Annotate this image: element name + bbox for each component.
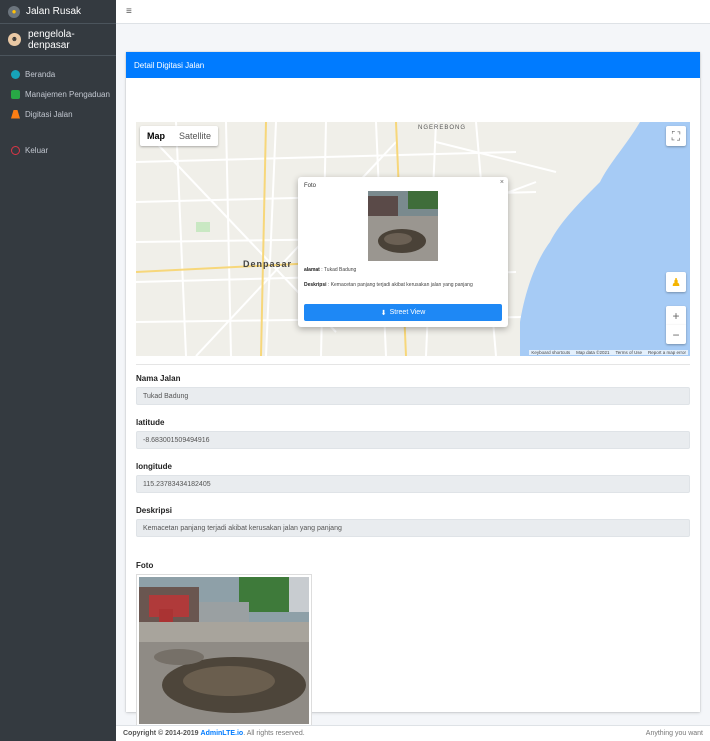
topbar: ≡ — [116, 0, 710, 24]
popup-deskripsi-value: Kemacetan panjang terjadi akibat kerusak… — [330, 282, 473, 288]
fullscreen-icon[interactable]: ⛶ — [666, 126, 686, 146]
zoom-out-button[interactable]: − — [666, 325, 686, 344]
zoom-in-button[interactable]: + — [666, 306, 686, 325]
sidebar-item-label: Digitasi Jalan — [25, 109, 73, 119]
adminlte-link[interactable]: AdminLTE.io — [201, 730, 244, 737]
foto-label: Foto — [136, 561, 154, 570]
sidebar-item-label: Beranda — [25, 69, 56, 79]
brand-text: Jalan Rusak — [26, 6, 82, 17]
footer-right-text: Anything you want — [645, 730, 703, 737]
keyboard-shortcuts-link[interactable]: Keyboard shortcuts — [531, 350, 570, 355]
popup-deskripsi-label: Deskripsi — [304, 282, 327, 288]
city-label: Denpasar — [243, 259, 293, 269]
brand[interactable]: ● Jalan Rusak — [0, 0, 116, 24]
map[interactable]: Denpasar NGEREBONG Map Satellite ⛶ ♟ + −… — [136, 122, 690, 356]
street-view-button[interactable]: ⬇ Street View — [304, 304, 502, 321]
footer-copyright-text: Copyright © 2014-2019 — [123, 730, 199, 737]
dashboard-icon — [11, 69, 20, 79]
nama-jalan-label: Nama Jalan — [136, 374, 181, 383]
user-panel[interactable]: ☻ pengelola-denpasar — [0, 24, 116, 56]
user-name: pengelola-denpasar — [27, 28, 75, 51]
brand-logo-icon: ● — [8, 5, 20, 18]
sidebar-item-keluar[interactable]: Keluar — [0, 140, 116, 160]
deskripsi-field[interactable]: Kemacetan panjang terjadi akibat kerusak… — [136, 519, 690, 537]
map-data-text: Map data ©2021 — [576, 350, 610, 355]
popup-photo — [368, 191, 438, 261]
map-type-satellite-button[interactable]: Satellite — [172, 126, 218, 146]
road-icon — [11, 109, 20, 119]
menu-toggle-icon[interactable]: ≡ — [126, 6, 132, 17]
deskripsi-label: Deskripsi — [136, 506, 173, 515]
user-avatar: ☻ — [8, 33, 21, 46]
pegman-icon[interactable]: ♟ — [666, 272, 686, 292]
popup-alamat-label: alamat — [304, 267, 320, 273]
download-icon: ⬇ — [380, 309, 387, 317]
map-type-control: Map Satellite — [140, 126, 219, 146]
sea-area — [520, 122, 690, 356]
terms-link[interactable]: Terms of Use — [615, 350, 642, 355]
sidebar-item-digitasi-jalan[interactable]: Digitasi Jalan — [0, 104, 116, 124]
map-type-map-button[interactable]: Map — [140, 126, 172, 146]
longitude-label: longitude — [136, 462, 172, 471]
report-error-link[interactable]: Report a map error — [648, 350, 686, 355]
area-label: NGEREBONG — [418, 125, 467, 131]
sidebar-nav: Beranda Manajemen Pengaduan Digitasi Jal… — [0, 56, 116, 160]
popup-title: Foto — [304, 183, 317, 189]
close-icon[interactable]: × — [500, 179, 504, 186]
road-photo — [136, 574, 312, 727]
latitude-field[interactable]: -8.683001509494916 — [136, 431, 690, 449]
book-icon — [11, 89, 20, 99]
popup-alamat: alamat : Tukad Badung — [304, 267, 357, 273]
longitude-field[interactable]: 115.23783434182405 — [136, 475, 690, 493]
divider — [136, 364, 690, 365]
street-view-label: Street View — [389, 309, 426, 316]
latitude-label: latitude — [136, 418, 165, 427]
nama-jalan-field[interactable]: Tukad Badung — [136, 387, 690, 405]
sidebar-item-beranda[interactable]: Beranda — [0, 64, 116, 84]
footer-copyright: Copyright © 2014-2019 AdminLTE.io. All r… — [123, 730, 305, 737]
sidebar-item-manajemen-pengaduan[interactable]: Manajemen Pengaduan — [0, 84, 116, 104]
power-icon — [11, 145, 20, 155]
footer: Copyright © 2014-2019 AdminLTE.io. All r… — [116, 725, 710, 741]
sidebar: ● Jalan Rusak ☻ pengelola-denpasar Beran… — [0, 0, 116, 741]
popup-alamat-value: Tukad Badung — [323, 267, 357, 273]
sidebar-item-label: Manajemen Pengaduan — [25, 89, 110, 99]
sidebar-item-label: Keluar — [25, 145, 49, 155]
detail-card: Detail Digitasi Jalan Denpasar NGEREBONG… — [126, 52, 700, 727]
card-title: Detail Digitasi Jalan — [134, 60, 205, 70]
info-popup: Foto × alamat : Tukad Badung Deskripsi:… — [298, 177, 508, 327]
map-attribution: Keyboard shortcuts Map data ©2021 Terms … — [529, 350, 688, 355]
popup-deskripsi: Deskripsi : Kemacetan panjang terjadi ak… — [304, 282, 473, 288]
footer-rights: . All rights reserved. — [243, 730, 305, 737]
card-header: Detail Digitasi Jalan — [126, 52, 700, 78]
